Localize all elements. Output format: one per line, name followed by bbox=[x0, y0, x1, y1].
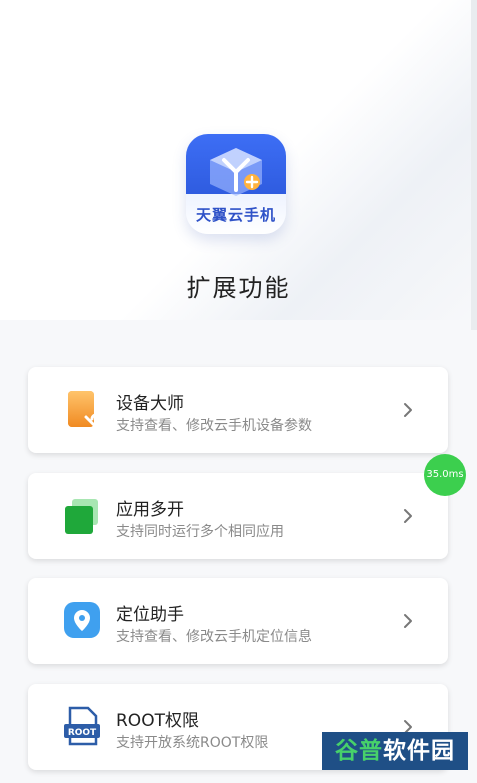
logo-text: 天翼云手机 bbox=[195, 206, 276, 224]
root-file-icon: ROOT bbox=[64, 706, 100, 746]
card-title: ROOT权限 bbox=[116, 711, 199, 731]
stacked-squares-icon bbox=[65, 499, 98, 534]
chevron-right-icon bbox=[404, 403, 412, 417]
card-description: 支持查看、修改云手机定位信息 bbox=[116, 629, 312, 645]
root-icon-label: ROOT bbox=[68, 728, 97, 738]
card-title: 定位助手 bbox=[116, 605, 184, 625]
latency-badge: 35.0ms bbox=[424, 454, 466, 496]
app-logo: 天翼云手机 bbox=[186, 134, 286, 234]
chevron-right-icon bbox=[404, 614, 412, 628]
card-location-assistant[interactable]: 定位助手 支持查看、修改云手机定位信息 bbox=[28, 578, 448, 664]
card-title: 应用多开 bbox=[116, 500, 184, 520]
location-pin-icon bbox=[64, 602, 100, 638]
card-title: 设备大师 bbox=[116, 394, 184, 414]
watermark-part2: 软件园 bbox=[383, 738, 455, 764]
card-device-master[interactable]: 设备大师 支持查看、修改云手机设备参数 bbox=[28, 367, 448, 453]
phone-wrench-icon bbox=[68, 391, 102, 427]
page-title: 扩展功能 bbox=[186, 274, 291, 302]
card-description: 支持开放系统ROOT权限 bbox=[116, 735, 269, 751]
card-description: 支持查看、修改云手机设备参数 bbox=[116, 418, 312, 434]
cube-logo-icon bbox=[210, 148, 262, 196]
chevron-right-icon bbox=[404, 509, 412, 523]
watermark: 谷普软件园 bbox=[322, 732, 468, 770]
watermark-part1: 谷普 bbox=[335, 738, 383, 764]
card-app-multi-open[interactable]: 应用多开 支持同时运行多个相同应用 bbox=[28, 473, 448, 559]
card-description: 支持同时运行多个相同应用 bbox=[116, 524, 284, 540]
